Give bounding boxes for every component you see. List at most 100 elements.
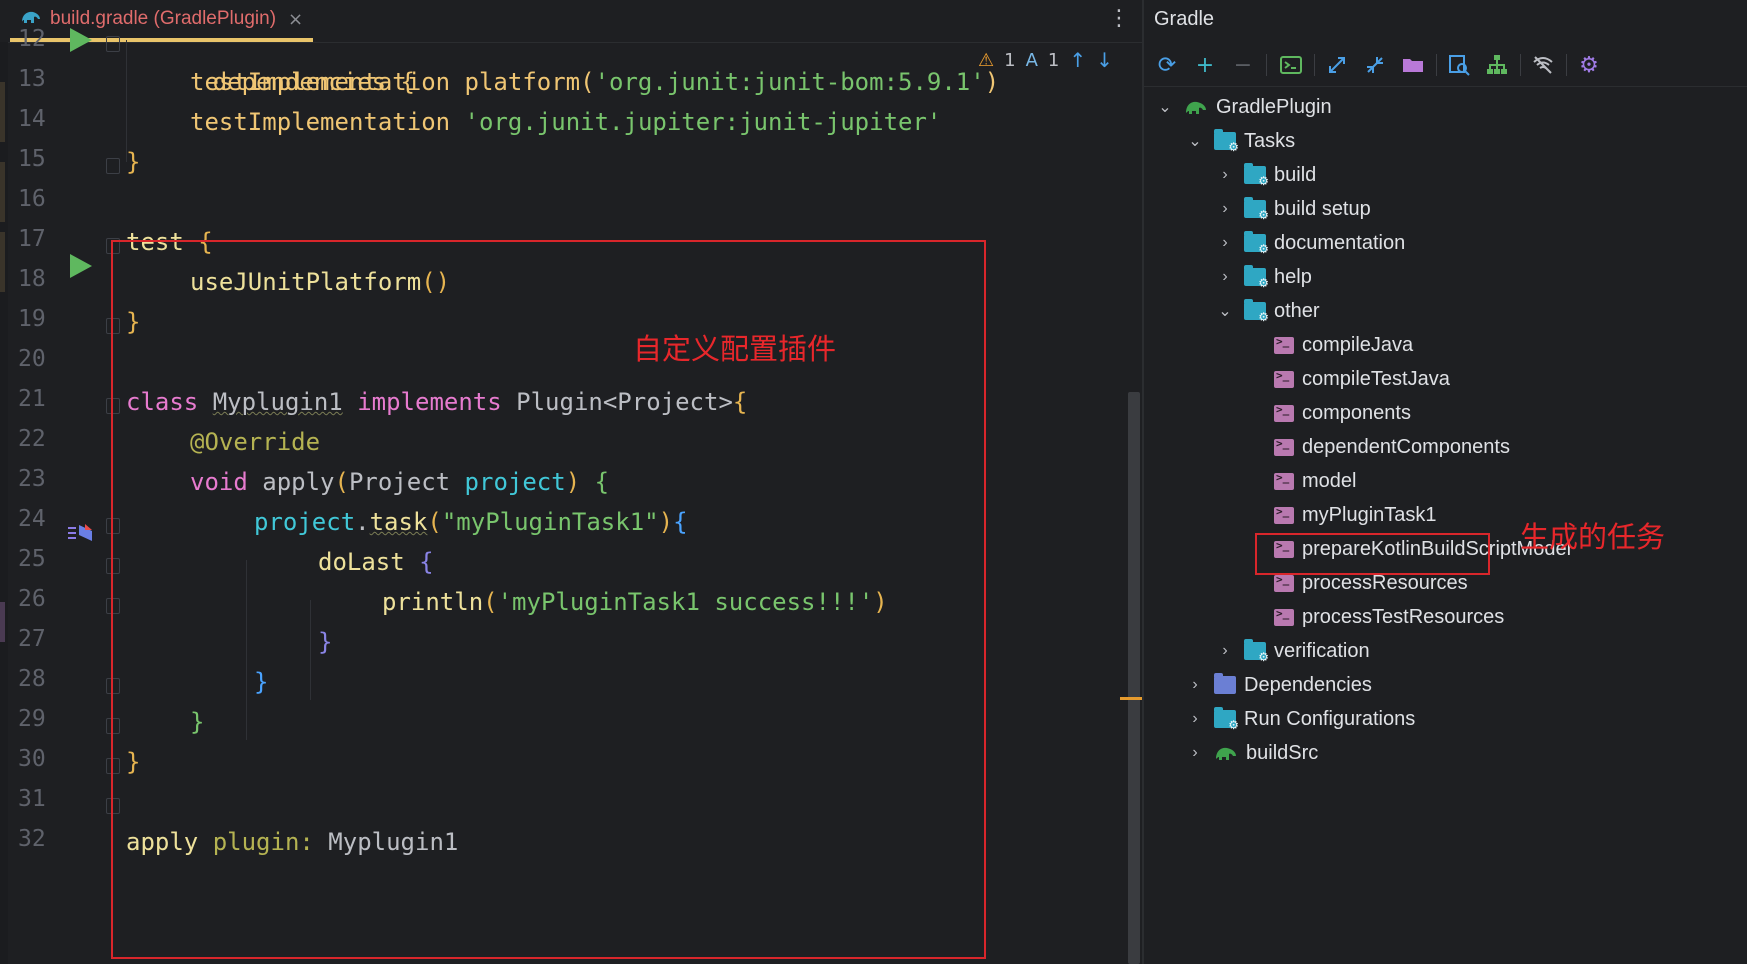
task-icon	[1274, 505, 1294, 524]
collapse-all-icon[interactable]	[1360, 50, 1390, 80]
annotation-custom-plugin: 自定义配置插件	[633, 332, 837, 366]
run-test-gutter-icon[interactable]	[70, 254, 92, 278]
code-line-14: testImplementation 'org.junit.jupiter:ju…	[190, 102, 941, 142]
editor-scrollbar[interactable]	[1128, 392, 1140, 964]
fold-marker[interactable]	[106, 158, 120, 174]
tree-item-task[interactable]: compileJava	[1274, 328, 1413, 362]
tree-item-help[interactable]: › help	[1216, 260, 1312, 294]
scroll-marker	[1120, 697, 1142, 700]
tree-item-label: processTestResources	[1302, 605, 1505, 628]
more-options-icon[interactable]: ⋮	[1108, 6, 1130, 31]
chevron-right-icon[interactable]: ›	[1216, 166, 1234, 184]
tree-item-label: components	[1302, 401, 1411, 424]
chevron-down-icon[interactable]: ⌄	[1216, 301, 1234, 321]
tree-item-run-configurations[interactable]: › Run Configurations	[1186, 702, 1415, 736]
code-token: 'org.junit.jupiter:junit-jupiter'	[464, 108, 942, 136]
tree-item-build-setup[interactable]: › build setup	[1216, 192, 1371, 226]
chevron-right-icon[interactable]: ›	[1186, 676, 1204, 694]
tree-item-label: verification	[1274, 639, 1370, 662]
gradle-tool-window: Gradle ⟳ + − ⚙ ⌄ GradlePlugin ⌄ ⚙ Tasks …	[1144, 0, 1747, 964]
left-tool-strip	[0, 42, 8, 964]
annotation-generated-task: 生成的任务	[1520, 520, 1666, 554]
line-number: 16	[18, 186, 46, 212]
remove-icon[interactable]: −	[1228, 50, 1258, 80]
strip-marker	[0, 82, 5, 142]
line-number: 15	[18, 146, 46, 172]
tree-item-task[interactable]: components	[1274, 396, 1411, 430]
task-folder-icon	[1244, 265, 1269, 290]
offline-mode-icon[interactable]	[1528, 50, 1558, 80]
gradle-elephant-icon	[1214, 744, 1238, 762]
code-line-13: testImplementation platform('org.junit:j…	[190, 62, 999, 102]
tree-item-documentation[interactable]: › documentation	[1216, 226, 1405, 260]
settings-icon[interactable]: ⚙	[1574, 50, 1604, 80]
task-icon	[1274, 403, 1294, 422]
typo-icon[interactable]: A	[1026, 50, 1038, 71]
dependencies-tree-icon[interactable]	[1482, 50, 1512, 80]
task-folder-icon	[1244, 639, 1269, 664]
tree-item-other[interactable]: ⌄ other	[1216, 294, 1320, 328]
tree-item-root[interactable]: ⌄ GradlePlugin	[1156, 90, 1331, 124]
tree-item-verification[interactable]: › verification	[1216, 634, 1370, 668]
tree-item-label: compileTestJava	[1302, 367, 1450, 390]
task-icon	[1274, 607, 1294, 626]
code-line-15: }	[126, 142, 140, 182]
line-number: 23	[18, 466, 46, 492]
warning-icon[interactable]: ⚠	[978, 50, 994, 71]
fold-marker[interactable]	[106, 36, 120, 52]
tree-item-dependencies[interactable]: › Dependencies	[1186, 668, 1372, 702]
line-number: 32	[18, 826, 46, 852]
tree-item-label: documentation	[1274, 231, 1406, 254]
chevron-down-icon[interactable]: ⌄	[1156, 97, 1174, 117]
chevron-right-icon[interactable]: ›	[1216, 200, 1234, 218]
editor-gutter[interactable]: 12 13 14 15 16 17 18 19 20 21 22 23 24 2…	[10, 26, 120, 964]
implements-method-icon[interactable]	[66, 522, 96, 544]
chevron-down-icon[interactable]: ⌄	[1186, 131, 1204, 151]
task-folder-icon	[1214, 129, 1239, 154]
chevron-right-icon[interactable]: ›	[1216, 234, 1234, 252]
line-number: 26	[18, 586, 46, 612]
line-number: 29	[18, 706, 46, 732]
line-number: 20	[18, 346, 46, 372]
line-number: 28	[18, 666, 46, 692]
chevron-right-icon[interactable]: ›	[1216, 642, 1234, 660]
chevron-right-icon[interactable]: ›	[1186, 744, 1204, 762]
line-number: 18	[18, 266, 46, 292]
code-token: )	[984, 68, 1000, 96]
previous-highlight-icon[interactable]: ↑	[1069, 48, 1086, 72]
tree-item-tasks[interactable]: ⌄ Tasks	[1186, 124, 1295, 158]
chevron-right-icon[interactable]: ›	[1186, 710, 1204, 728]
analyze-icon[interactable]	[1444, 50, 1474, 80]
next-highlight-icon[interactable]: ↓	[1096, 48, 1113, 72]
strip-marker	[0, 162, 5, 222]
add-icon[interactable]: +	[1190, 50, 1220, 80]
line-number: 22	[18, 426, 46, 452]
dependencies-folder-icon	[1214, 673, 1236, 694]
refresh-icon[interactable]: ⟳	[1152, 50, 1182, 80]
code-editor[interactable]: build.gradle (GradlePlugin) × ⋮ 12 13 14…	[0, 0, 1142, 964]
inspection-widget[interactable]: ⚠ 1 A1 ↑ ↓	[978, 48, 1113, 72]
tree-item-label: Dependencies	[1244, 673, 1372, 696]
task-icon	[1274, 369, 1294, 388]
task-folder-icon	[1244, 231, 1269, 256]
task-folder-icon	[1244, 163, 1269, 188]
tree-item-build[interactable]: › build	[1216, 158, 1316, 192]
task-icon	[1274, 471, 1294, 490]
tree-item-task[interactable]: compileTestJava	[1274, 362, 1450, 396]
expand-all-icon[interactable]	[1322, 50, 1352, 80]
terminal-icon[interactable]	[1276, 50, 1306, 80]
tree-item-task-myplugintask1[interactable]: myPluginTask1	[1274, 498, 1437, 532]
chevron-right-icon[interactable]: ›	[1216, 268, 1234, 286]
tree-item-task[interactable]: dependentComponents	[1274, 430, 1510, 464]
tree-item-label: Tasks	[1244, 129, 1296, 152]
run-gutter-icon[interactable]	[70, 28, 92, 52]
line-number: 27	[18, 626, 46, 652]
tree-item-task[interactable]: processTestResources	[1274, 600, 1504, 634]
tree-item-buildsrc[interactable]: › buildSrc	[1186, 736, 1318, 770]
line-number: 21	[18, 386, 46, 412]
project-folder-icon[interactable]	[1398, 50, 1428, 80]
strip-marker	[0, 602, 5, 642]
tree-item-task[interactable]: model	[1274, 464, 1356, 498]
tree-item-label: compileJava	[1302, 333, 1414, 356]
tree-item-label: myPluginTask1	[1302, 503, 1437, 526]
